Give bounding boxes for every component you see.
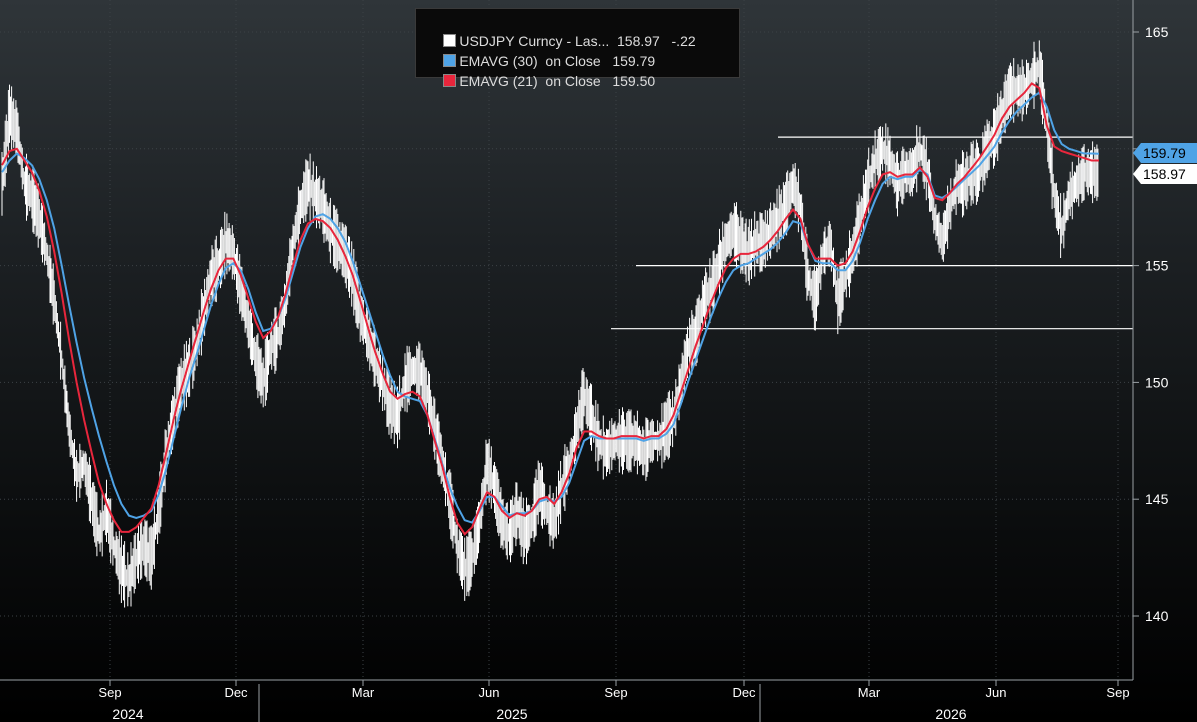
y-tick-label: 140: [1145, 608, 1169, 624]
legend: USDJPY Curncy - Las... 158.97 -.22 EMAVG…: [415, 8, 740, 89]
x-tick-label: Sep: [98, 685, 121, 700]
x-tick-label: Mar: [352, 685, 375, 700]
legend-entry-ema21: EMAVG (21) on Close 159.50: [420, 51, 655, 89]
x-year-label: 2025: [496, 706, 527, 722]
legend-entry-price: USDJPY Curncy - Las... 158.97 -.22: [420, 11, 696, 49]
y-tick-label: 165: [1145, 24, 1169, 40]
price-series: [1, 40, 1099, 608]
ema-series: [1, 82, 1100, 536]
price-chart: 140 145 150 155 165 Sep Dec Mar Jun Sep Dec Mar Jun S…: [0, 0, 1169, 722]
legend-label-ema21: EMAVG (21) on Close 159.50: [459, 73, 656, 89]
gridlines: [0, 0, 1133, 680]
x-tick-label: Sep: [1106, 685, 1129, 700]
legend-entry-ema30: EMAVG (30) on Close 159.79: [420, 31, 655, 69]
legend-swatch-ema21: [443, 74, 457, 87]
x-tick-label: Jun: [986, 685, 1007, 700]
x-tick-label: Jun: [479, 685, 500, 700]
y-tick-label: 150: [1145, 374, 1169, 390]
chart-window: 140 145 150 155 165 Sep Dec Mar Jun Sep Dec Mar Jun S…: [0, 0, 1197, 722]
y-tick-label: 145: [1145, 491, 1169, 507]
x-tick-label: Sep: [604, 685, 627, 700]
y-tick-label: 155: [1145, 258, 1169, 274]
axes: 140 145 150 155 165 Sep Dec Mar Jun Sep Dec Mar Jun S…: [0, 0, 1169, 722]
last-value-tag-price: 158.97: [1133, 164, 1197, 184]
x-tick-label: Mar: [858, 685, 881, 700]
x-year-label: 2026: [935, 706, 966, 722]
x-tick-label: Dec: [224, 685, 248, 700]
x-tick-label: Dec: [732, 685, 756, 700]
x-year-label: 2024: [112, 706, 143, 722]
last-value-tag-ema30: 159.79: [1133, 143, 1197, 163]
